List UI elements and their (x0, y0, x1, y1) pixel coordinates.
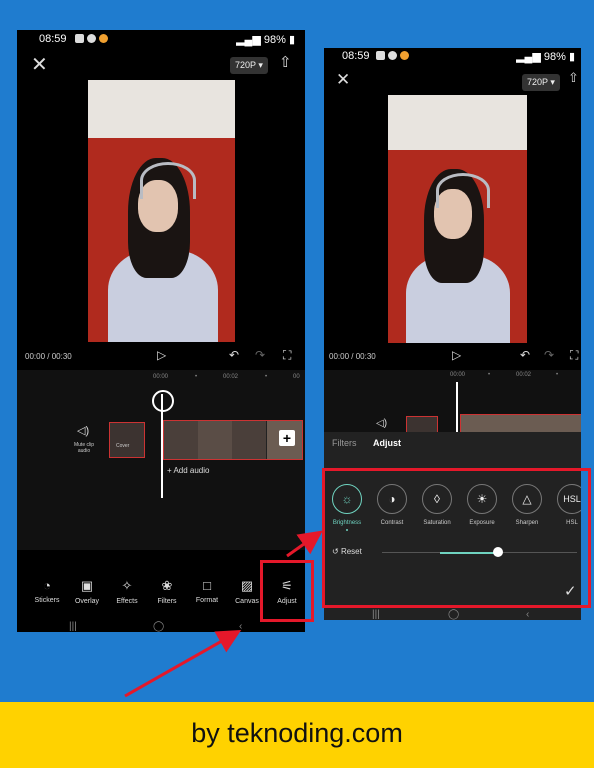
arrow-to-adjust-panel (286, 530, 323, 558)
arrow-to-adjust-tool (124, 630, 242, 698)
banner-text: by teknoding.com (191, 718, 403, 748)
annotation-arrows (124, 530, 323, 698)
watermark-banner: by teknoding.com (0, 702, 594, 768)
